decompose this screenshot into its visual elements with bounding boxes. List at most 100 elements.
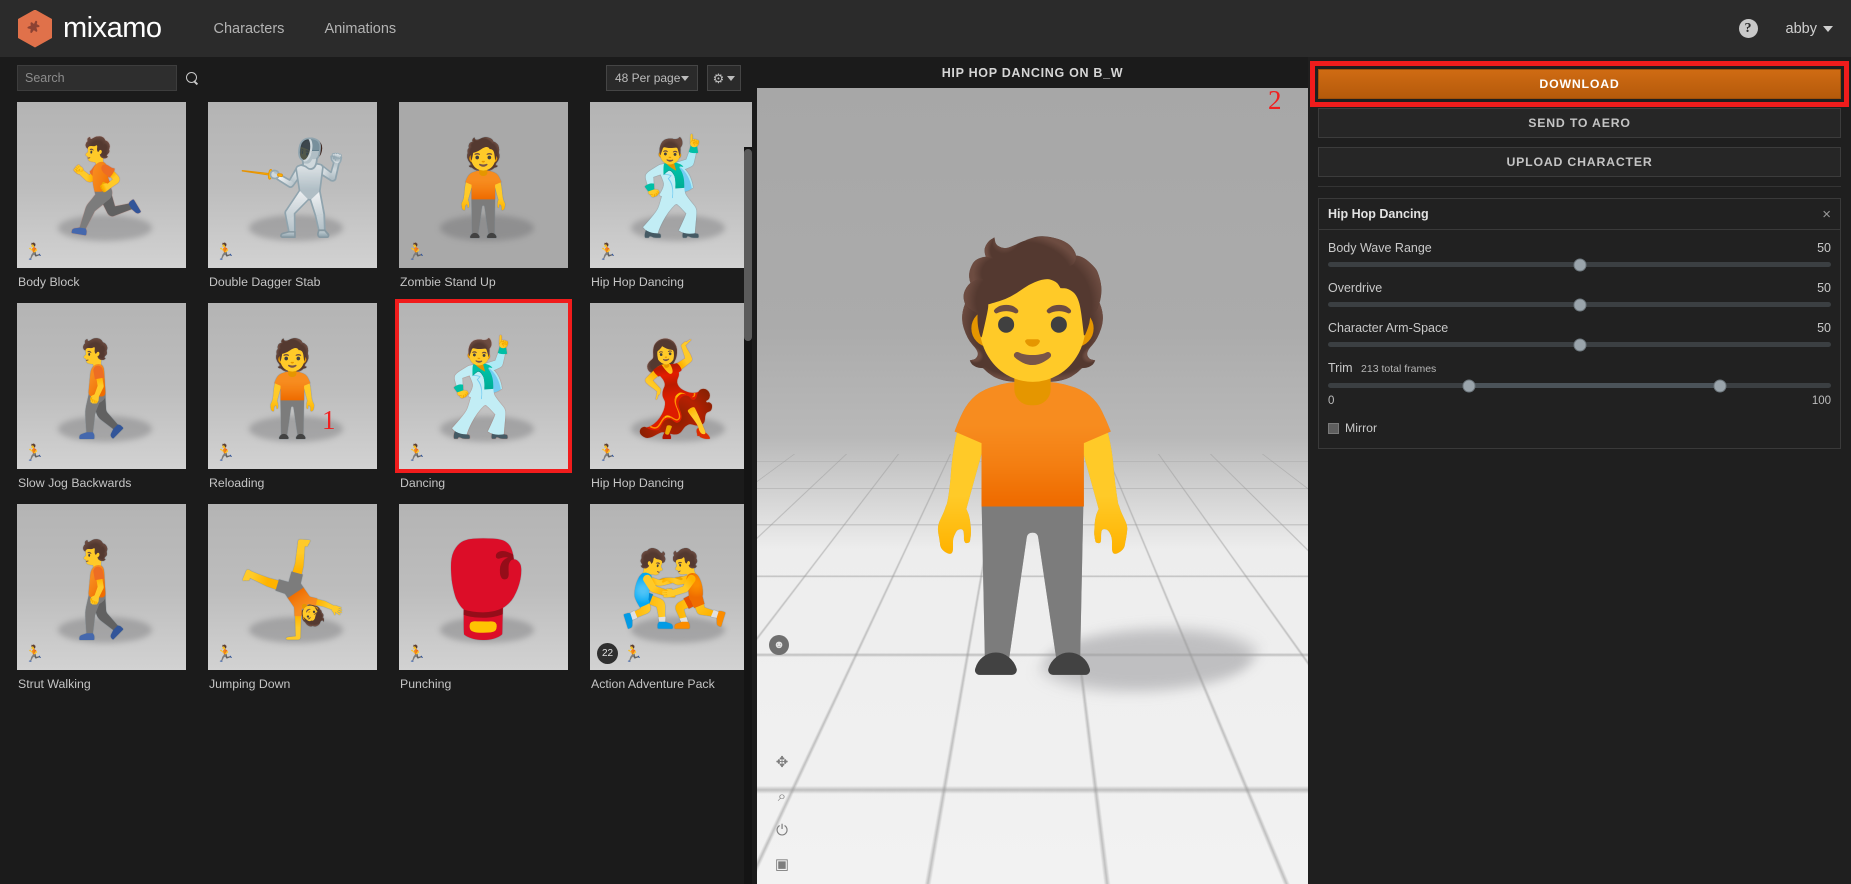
parameter-label: Character Arm-Space [1328,321,1449,335]
parameter-label: Body Wave Range [1328,241,1432,255]
trim-frames-text: 213 total frames [1361,363,1437,375]
trim-slider-track[interactable] [1328,379,1831,392]
parameter-slider-track[interactable] [1328,338,1831,351]
animation-card[interactable]: 🕺 🏃 Hip Hop Dancing [590,102,752,289]
mirror-label: Mirror [1345,421,1378,435]
upload-character-button[interactable]: UPLOAD CHARACTER [1318,147,1841,177]
trim-control: Trim 213 total frames 0 100 [1328,361,1831,407]
top-navigation-bar: mixamo Characters Animations ? abby [0,0,1851,57]
trim-label-row: Trim 213 total frames [1328,361,1831,375]
animation-card[interactable]: 🤸 🏃 Jumping Down [208,504,377,691]
runner-icon: 🏃 [215,445,235,462]
search-box[interactable] [17,65,197,91]
animation-thumbnail[interactable]: 🧍 🏃 [399,102,568,268]
animation-card[interactable]: 🚶 🏃 Slow Jog Backwards [17,303,186,490]
parameter-slider-track[interactable] [1328,298,1831,311]
3d-viewport[interactable]: 🧍 ☻ ✥ ⌕ ⏻ ▣ [757,88,1308,884]
face-icon[interactable]: ☻ [769,635,789,655]
parameter-slider-row: Body Wave Range 50 [1328,241,1831,271]
animation-card-label: Hip Hop Dancing [591,275,684,289]
runner-icon: 🏃 [597,244,617,261]
per-page-select[interactable]: 48 Per page [606,65,698,91]
animation-card[interactable]: 🏃 🏃 Body Block [17,102,186,289]
character-pose-icon: 🏃 [44,137,159,240]
animation-card[interactable]: 🚶 🏃 Strut Walking [17,504,186,691]
send-to-aero-button[interactable]: SEND TO AERO [1318,108,1841,138]
animation-thumbnail[interactable]: 🤺 🏃 [208,102,377,268]
viewport-title: HIP HOP DANCING ON B_W [757,57,1308,88]
runner-icon: 🏃 [406,646,426,663]
animation-thumbnail[interactable]: 🧍 🏃 [208,303,377,469]
animation-grid: 🏃 🏃 Body Block 🤺 🏃 Double Dagger Stab 🧍 🏃 Zombie… [0,102,752,884]
user-menu[interactable]: abby [1786,21,1833,37]
camera-icon[interactable]: ▣ [772,854,792,874]
gear-icon: ⚙ [712,70,725,86]
parameter-value: 50 [1817,281,1831,295]
zoom-icon[interactable]: ⌕ [772,786,792,806]
per-page-label: 48 Per page [615,71,681,85]
animation-card[interactable]: 💃 🏃 Hip Hop Dancing [590,303,752,490]
character-pose-icon: 🧍 [426,137,541,240]
parameter-slider-header: Overdrive 50 [1328,281,1831,295]
parameter-slider-handle[interactable] [1573,298,1586,311]
panel-divider [1318,186,1841,187]
move-icon[interactable]: ✥ [772,752,792,772]
mirror-checkbox[interactable] [1328,422,1339,434]
download-button[interactable]: DOWNLOAD [1318,69,1841,99]
parameter-slider-track[interactable] [1328,258,1831,271]
mirror-checkbox-row[interactable]: Mirror [1328,421,1831,435]
runner-icon: 🏃 [597,445,617,462]
trim-min-label: 0 [1328,395,1335,407]
parameter-slider-handle[interactable] [1573,338,1586,351]
animation-card[interactable]: 🤺 🏃 Double Dagger Stab [208,102,377,289]
parameter-slider-handle[interactable] [1573,258,1586,271]
parameter-slider-header: Character Arm-Space 50 [1328,321,1831,335]
help-icon[interactable]: ? [1738,19,1758,38]
settings-button[interactable]: ⚙ [707,65,741,91]
parameter-slider-row: Character Arm-Space 50 [1328,321,1831,351]
animation-thumbnail[interactable]: 🕺 🏃 [395,299,572,473]
mixamo-app: mixamo Characters Animations ? abby 48 P… [0,0,1851,884]
brand-name: mixamo [63,12,162,44]
annotation-number: 1 [322,405,336,435]
search-input[interactable] [25,71,186,85]
nav-link-animations[interactable]: Animations [324,21,396,37]
trim-start-handle[interactable] [1462,379,1476,392]
runner-icon: 🏃 [406,244,426,261]
animation-card[interactable]: 🥊 🏃 Punching [399,504,568,691]
trim-label: Trim [1328,361,1353,375]
animation-thumbnail[interactable]: 🤼 22 🏃 [590,504,752,670]
animation-card[interactable]: 🧍 🏃 Reloading [208,303,377,490]
animation-thumbnail[interactable]: 🤸 🏃 [208,504,377,670]
animation-thumbnail[interactable]: 🕺 🏃 [590,102,752,268]
animation-thumbnail[interactable]: 💃 🏃 [590,303,752,469]
animation-card[interactable]: 🕺 🏃 Dancing [395,299,572,490]
character-pose-icon: 🕺 [617,137,732,240]
viewport-tools: ✥ ⌕ ⏻ ▣ [767,752,797,874]
search-icon[interactable] [186,71,199,85]
animation-thumbnail[interactable]: 🏃 🏃 [17,102,186,268]
animation-grid-inner: 🏃 🏃 Body Block 🤺 🏃 Double Dagger Stab 🧍 🏃 Zombie… [17,102,752,691]
animation-card[interactable]: 🧍 🏃 Zombie Stand Up [399,102,568,289]
close-icon[interactable]: × [1822,207,1831,222]
chevron-down-icon [681,75,689,81]
animation-card-label: Action Adventure Pack [591,677,715,691]
brand-logo-group[interactable]: mixamo [18,9,162,48]
parameter-slider-header: Body Wave Range 50 [1328,241,1831,255]
animation-card-title: Hip Hop Dancing [1328,207,1429,221]
runner-icon: 🏃 [24,244,44,261]
animation-thumbnail[interactable]: 🚶 🏃 [17,504,186,670]
trim-end-handle[interactable] [1713,379,1727,392]
runner-icon: 🏃 [406,445,426,462]
animation-card-label: Zombie Stand Up [400,275,496,289]
reset-icon[interactable]: ⏻ [772,820,792,840]
animation-card-label: Dancing [400,476,446,490]
runner-icon: 🏃 [24,445,44,462]
browser-scrollbar-thumb[interactable] [744,149,752,341]
browser-toolbar: 48 Per page ⚙ [0,57,752,102]
animation-thumbnail[interactable]: 🚶 🏃 [17,303,186,469]
nav-link-characters[interactable]: Characters [214,21,285,37]
parameter-value: 50 [1817,321,1831,335]
animation-thumbnail[interactable]: 🥊 🏃 [399,504,568,670]
animation-card[interactable]: 🤼 22 🏃 Action Adventure Pack [590,504,752,691]
